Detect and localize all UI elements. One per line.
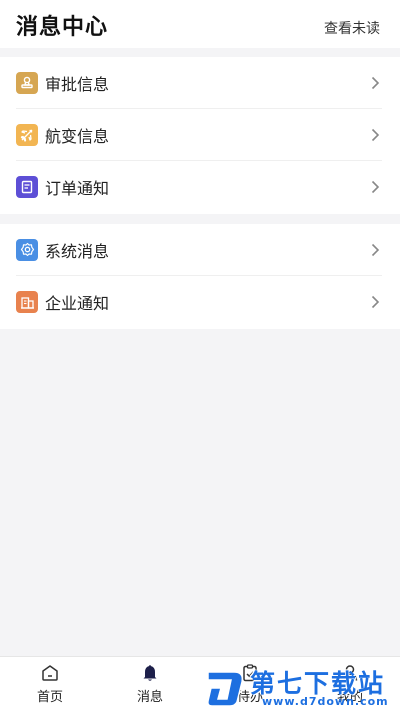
chevron-right-icon [368,128,382,142]
message-item-label: 企业通知 [45,294,110,313]
chevron-right-icon [368,76,382,90]
message-item-label: 系统消息 [45,241,110,261]
chevron-right-icon [368,243,382,257]
page-title: 消息中心 [16,15,109,40]
chevron-right-icon [368,180,382,194]
message-item-label: 审批信息 [45,74,110,94]
message-item-approval[interactable]: 审批信息 [16,57,382,109]
airplane-icon [16,123,38,146]
tab-label: 消息 [136,690,163,705]
tab-messages[interactable]: 消息 [100,657,200,711]
message-item-label: 订单通知 [45,179,110,198]
message-item-label: 航变信息 [45,126,110,146]
d7-logo-icon [207,671,244,707]
document-icon [16,176,38,198]
message-item-system[interactable]: 系统消息 [16,224,382,276]
message-group-system: 系统消息 企业通知 [0,224,400,329]
chevron-right-icon [368,295,382,309]
message-item-order-notice[interactable]: 订单通知 [16,161,382,213]
watermark-url: www.d7down.com [262,695,389,708]
message-group-business: 审批信息 航变信息 订单通知 [0,57,400,214]
stamp-icon [16,71,38,94]
building-icon [16,291,38,313]
tab-label: 首页 [36,690,63,705]
home-icon [42,665,58,681]
bell-icon [143,665,157,681]
message-item-company-notice[interactable]: 企业通知 [16,276,382,328]
gear-icon [16,238,38,261]
watermark: 第七下载站 www.d7down.com [202,664,400,711]
header: 消息中心 查看未读 [0,0,400,48]
tab-home[interactable]: 首页 [0,657,100,711]
view-unread-link[interactable]: 查看未读 [324,18,380,38]
message-item-flight-change[interactable]: 航变信息 [16,109,382,161]
